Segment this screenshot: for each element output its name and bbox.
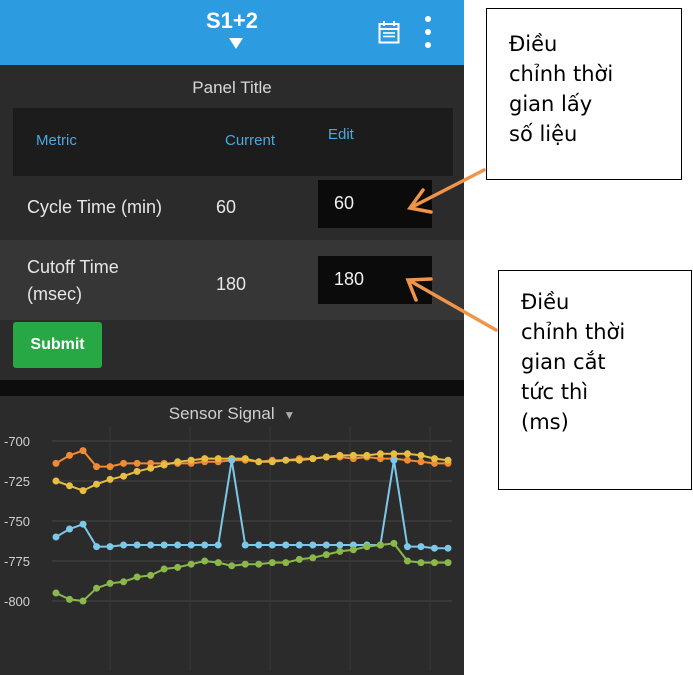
arrow-line-cutoff <box>410 280 498 332</box>
annotation-arrows <box>405 168 498 332</box>
arrow-line-cycle <box>412 168 486 208</box>
